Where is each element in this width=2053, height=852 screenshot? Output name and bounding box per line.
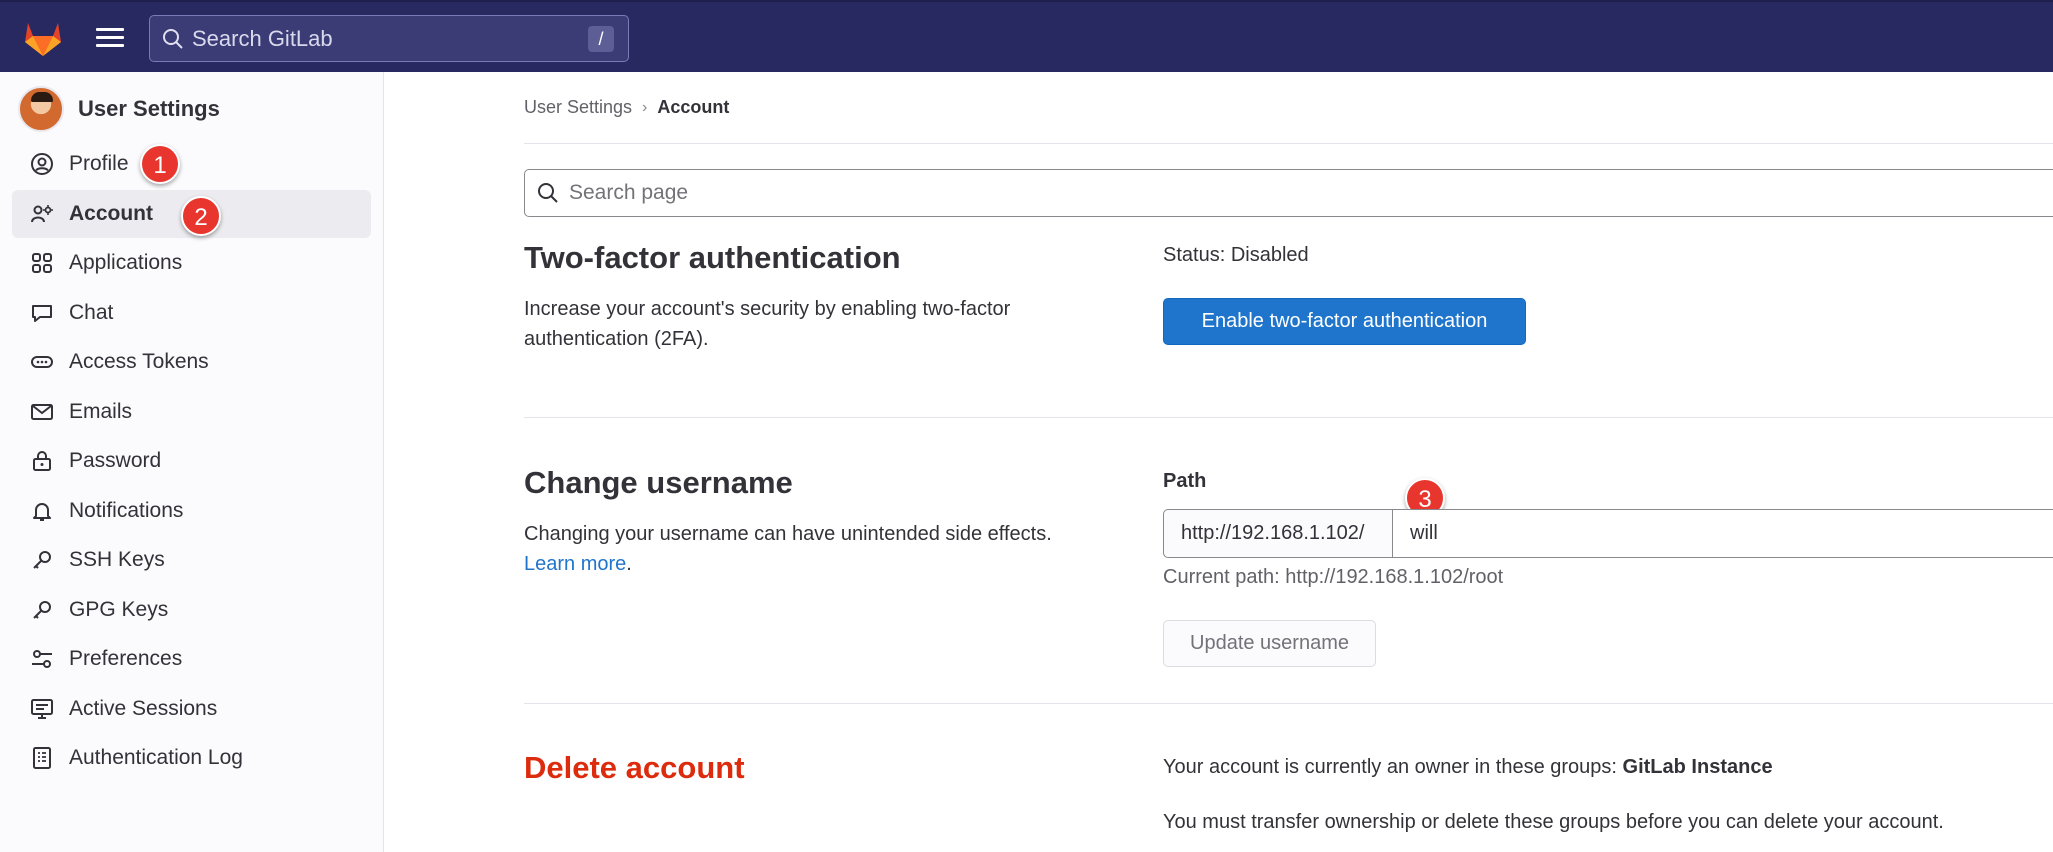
username-input-group: http://192.168.1.102/ [1163, 509, 2053, 558]
profile-icon [30, 152, 54, 176]
sidebar-item-gpg-keys[interactable]: GPG Keys [12, 586, 371, 634]
key-icon [30, 548, 54, 572]
breadcrumb-separator-icon: › [642, 98, 648, 116]
sidebar-item-emails[interactable]: Emails [12, 388, 371, 436]
search-icon [538, 183, 558, 203]
breadcrumb-parent-link[interactable]: User Settings [524, 97, 632, 118]
page-search-placeholder: Search page [569, 181, 689, 204]
gitlab-logo-icon[interactable] [22, 18, 64, 58]
enable-two-factor-button[interactable]: Enable two-factor authentication [1163, 298, 1526, 345]
sidebar-header[interactable]: User Settings [18, 86, 220, 132]
path-label: Path [1163, 470, 1207, 492]
avatar [18, 86, 64, 132]
divider [524, 143, 2053, 144]
sidebar-item-label: SSH Keys [69, 548, 165, 571]
sidebar-item-label: Account [69, 201, 153, 225]
learn-more-link[interactable]: Learn more [524, 553, 626, 575]
owner-group-name: GitLab Instance [1622, 756, 1773, 778]
monitor-icon [30, 697, 54, 721]
divider [524, 417, 2053, 418]
sidebar-item-label: Access Tokens [69, 350, 209, 373]
menu-hamburger-icon[interactable] [94, 24, 126, 52]
key-icon [30, 598, 54, 622]
sidebar-item-label: Emails [69, 399, 133, 423]
chat-icon [30, 301, 54, 325]
sidebar-item-label: Authentication Log [69, 746, 243, 769]
sidebar-item-label: Chat [69, 300, 114, 324]
sidebar-item-password[interactable]: Password [12, 437, 371, 485]
sidebar-title: User Settings [78, 96, 220, 121]
sidebar-item-label: Profile [69, 152, 129, 175]
path-prefix: http://192.168.1.102/ [1163, 509, 1393, 558]
preferences-icon [30, 647, 54, 671]
sidebar-item-chat[interactable]: Chat [12, 289, 371, 337]
bell-icon [30, 499, 54, 523]
change-username-description-text: Changing your username can have unintend… [524, 523, 1052, 545]
breadcrumb: User Settings › Account [524, 97, 729, 118]
sidebar-item-authentication-log[interactable]: Authentication Log [12, 734, 371, 782]
divider [524, 703, 2053, 704]
owner-groups-prefix: Your account is currently an owner in th… [1163, 756, 1623, 778]
transfer-ownership-text: You must transfer ownership or delete th… [1163, 811, 1944, 833]
two-factor-title: Two-factor authentication [524, 240, 901, 275]
annotation-badge-1: 1 [140, 144, 180, 184]
applications-icon [30, 251, 54, 275]
breadcrumb-current: Account [657, 97, 730, 117]
delete-account-title: Delete account [524, 750, 745, 785]
annotation-badge-2: 2 [181, 196, 221, 236]
description-period: . [626, 553, 632, 575]
two-factor-status: Status: Disabled [1163, 244, 1309, 266]
sidebar-item-notifications[interactable]: Notifications [12, 487, 371, 535]
current-path-text: Current path: http://192.168.1.102/root [1163, 566, 1504, 588]
change-username-description: Changing your username can have unintend… [524, 519, 1124, 579]
search-shortcut-key: / [588, 26, 614, 52]
mail-icon [30, 400, 54, 424]
username-input[interactable] [1393, 509, 2053, 558]
page-search-input[interactable]: Search page [524, 169, 2053, 217]
token-icon [30, 350, 54, 374]
sidebar-item-access-tokens[interactable]: Access Tokens [12, 338, 371, 386]
lock-icon [30, 449, 54, 473]
account-icon [30, 202, 54, 226]
sidebar-item-applications[interactable]: Applications [12, 239, 371, 287]
global-search-input[interactable]: Search GitLab / [149, 15, 629, 62]
sidebar-item-profile[interactable]: Profile [12, 140, 371, 188]
sidebar-item-preferences[interactable]: Preferences [12, 635, 371, 683]
sidebar-nav: Profile Account Applications Chat Access… [12, 140, 371, 784]
sidebar-item-label: Password [69, 449, 162, 472]
sidebar-item-ssh-keys[interactable]: SSH Keys [12, 536, 371, 584]
owner-groups-text: Your account is currently an owner in th… [1163, 756, 1773, 779]
update-username-button[interactable]: Update username [1163, 620, 1376, 667]
top-navbar: Search GitLab / [0, 0, 2053, 72]
change-username-title: Change username [524, 465, 793, 500]
settings-sidebar: User Settings Profile Account Applicatio… [0, 72, 384, 852]
search-icon [163, 28, 183, 49]
sidebar-item-label: GPG Keys [69, 597, 169, 621]
sidebar-item-active-sessions[interactable]: Active Sessions [12, 685, 371, 733]
global-search-placeholder: Search GitLab [192, 25, 333, 51]
sidebar-item-label: Preferences [69, 647, 183, 670]
log-icon [30, 746, 54, 770]
sidebar-item-label: Notifications [69, 498, 184, 522]
two-factor-description: Increase your account's security by enab… [524, 298, 1011, 350]
sidebar-item-label: Active Sessions [69, 696, 218, 720]
sidebar-item-label: Applications [69, 251, 183, 274]
